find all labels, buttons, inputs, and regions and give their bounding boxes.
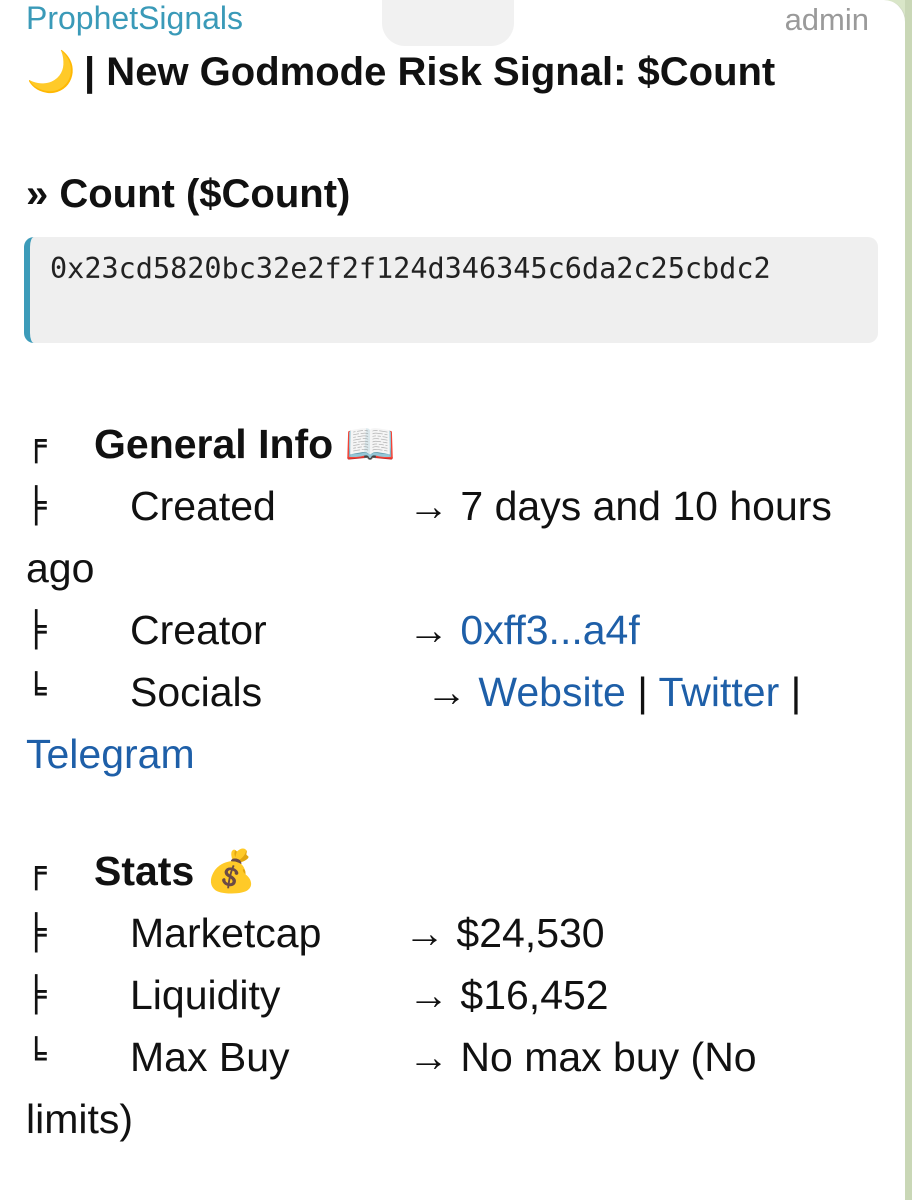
tree-end-icon: ╘ bbox=[26, 672, 47, 712]
socials-links: → Website | Twitter | bbox=[426, 669, 802, 715]
general-info-section: ╒ General Info 📖 ╞ Created → 7 days and … bbox=[26, 413, 865, 785]
contract-address-block[interactable]: 0x23cd5820bc32e2f2f124d346345c6da2c25cbd… bbox=[24, 237, 878, 343]
created-label: Created bbox=[130, 483, 276, 529]
telegram-link[interactable]: Telegram bbox=[26, 731, 195, 777]
socials-label: Socials bbox=[130, 669, 263, 715]
liquidity-label: Liquidity bbox=[130, 972, 281, 1018]
token-heading: » Count ($Count) bbox=[26, 172, 351, 216]
marketcap-value: → $24,530 bbox=[404, 910, 605, 956]
money-bag-icon: 💰 bbox=[205, 848, 257, 894]
admin-badge: admin bbox=[784, 2, 869, 37]
sender-name[interactable]: ProphetSignals bbox=[26, 0, 243, 37]
moon-icon: 🌙 bbox=[26, 50, 76, 94]
top-pill bbox=[382, 0, 514, 46]
message-bubble: ProphetSignals admin 🌙 | New Godmode Risk… bbox=[0, 0, 906, 1200]
twitter-link[interactable]: Twitter bbox=[659, 669, 780, 715]
creator-address-link[interactable]: 0xff3...a4f bbox=[460, 607, 639, 653]
max-buy-value-continued: limits) bbox=[26, 1096, 134, 1142]
created-value-continued: ago bbox=[26, 545, 95, 591]
liquidity-value: → $16,452 bbox=[408, 972, 609, 1018]
creator-label: Creator bbox=[130, 607, 267, 653]
stats-title: Stats 💰 bbox=[94, 848, 257, 894]
creator-value: → 0xff3...a4f bbox=[408, 607, 640, 653]
headline-text: | New Godmode Risk Signal: $Count bbox=[84, 50, 776, 94]
signal-headline: 🌙 | New Godmode Risk Signal: $Count bbox=[26, 48, 865, 96]
max-buy-value: → No max buy (No bbox=[408, 1034, 757, 1080]
chat-background-edge bbox=[905, 0, 912, 1200]
tree-end-icon: ╘ bbox=[26, 1037, 47, 1077]
tree-branch-icon: ╞ bbox=[26, 610, 47, 650]
general-info-title: General Info 📖 bbox=[94, 421, 396, 467]
stats-section: ╒ Stats 💰 ╞ Marketcap → $24,530 ╞ Liquid… bbox=[26, 840, 865, 1150]
tree-top-icon: ╒ bbox=[26, 424, 47, 464]
marketcap-label: Marketcap bbox=[130, 910, 322, 956]
website-link[interactable]: Website bbox=[478, 669, 625, 715]
tree-top-icon: ╒ bbox=[26, 851, 47, 891]
created-value: → 7 days and 10 hours bbox=[408, 483, 832, 529]
book-icon: 📖 bbox=[344, 421, 396, 467]
max-buy-label: Max Buy bbox=[130, 1034, 290, 1080]
tree-branch-icon: ╞ bbox=[26, 913, 47, 953]
tree-branch-icon: ╞ bbox=[26, 975, 47, 1015]
tree-branch-icon: ╞ bbox=[26, 486, 47, 526]
